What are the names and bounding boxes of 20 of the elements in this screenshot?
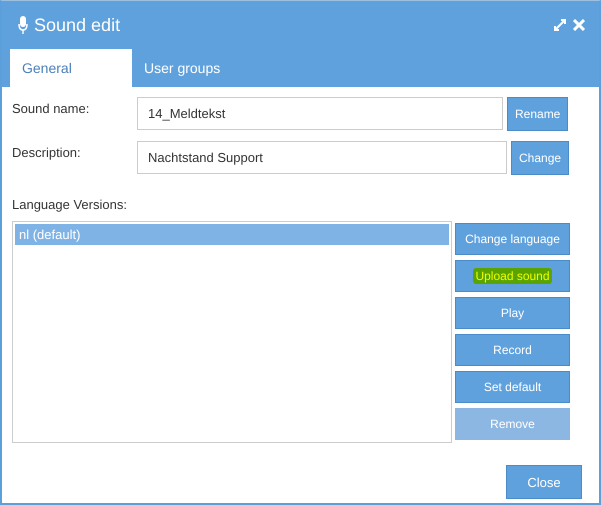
rename-button[interactable]: Rename xyxy=(507,97,568,131)
text-field[interactable]: Nachtstand Support xyxy=(137,141,507,174)
section-label: Language Versions: xyxy=(12,197,128,212)
action-button[interactable]: Upload sound xyxy=(455,260,570,292)
field-label: Description: xyxy=(12,144,82,160)
close-button[interactable]: Close xyxy=(506,465,582,499)
maximize-icon[interactable] xyxy=(553,18,567,32)
change-button[interactable]: Change xyxy=(511,141,570,175)
tab[interactable]: User groups xyxy=(132,49,232,87)
tab[interactable]: General xyxy=(10,49,132,87)
action-button[interactable]: Change language xyxy=(455,223,570,255)
microphone-icon xyxy=(18,16,28,34)
action-button[interactable]: Play xyxy=(455,297,570,329)
close-icon[interactable] xyxy=(573,19,585,31)
text-field[interactable]: 14_Meldtekst xyxy=(137,97,503,130)
field-label: Sound name: xyxy=(12,100,90,116)
action-button[interactable]: Record xyxy=(455,334,570,366)
window-title: Sound edit xyxy=(34,14,122,36)
action-button[interactable]: Set default xyxy=(455,371,570,403)
list-item[interactable]: nl (default) xyxy=(15,224,449,245)
